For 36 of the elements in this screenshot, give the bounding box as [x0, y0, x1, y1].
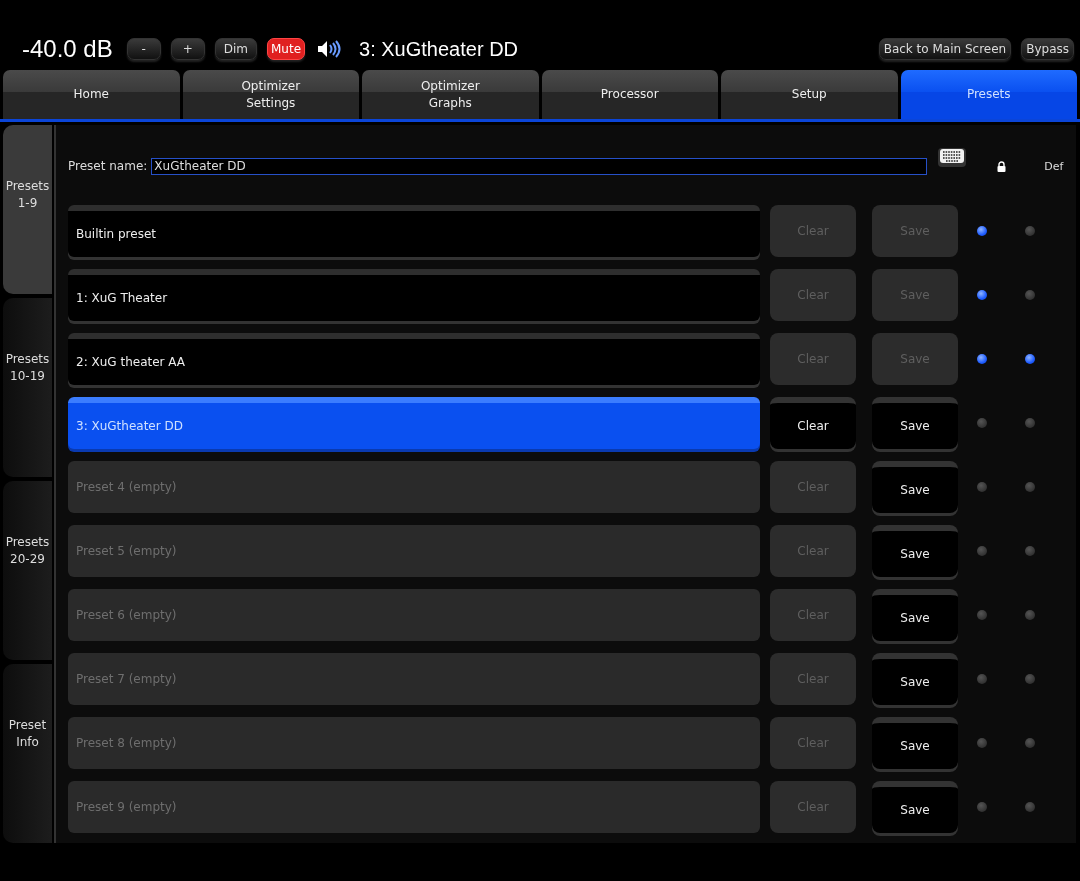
- preset-slot[interactable]: 2: XuG theater AA: [68, 333, 760, 385]
- nav-button[interactable]: Bypass: [1021, 38, 1074, 60]
- save-button[interactable]: Save: [872, 589, 958, 641]
- tab[interactable]: Presets: [900, 70, 1077, 119]
- mute-button[interactable]: Mute: [267, 38, 306, 60]
- side-tab[interactable]: Presets 20-29: [3, 481, 52, 660]
- default-indicator[interactable]: [1025, 354, 1035, 364]
- lock-icon: [997, 160, 1007, 172]
- save-button[interactable]: Save: [872, 653, 958, 705]
- speaker-icon: [317, 40, 342, 58]
- side-tab[interactable]: Presets 1-9: [3, 125, 52, 294]
- save-button[interactable]: Save: [872, 717, 958, 769]
- volume-button[interactable]: -: [126, 38, 161, 60]
- nav-button[interactable]: Back to Main Screen: [878, 38, 1012, 60]
- volume-readout: -40.0 dB: [22, 35, 113, 63]
- side-tab[interactable]: Presets 10-19: [3, 298, 52, 477]
- tab[interactable]: Home: [3, 70, 180, 119]
- save-button[interactable]: Save: [872, 525, 958, 577]
- preset-slot[interactable]: Builtin preset: [68, 205, 760, 257]
- save-button[interactable]: Save: [872, 397, 958, 449]
- tab[interactable]: Setup: [721, 70, 898, 119]
- save-button[interactable]: Save: [872, 461, 958, 513]
- tab[interactable]: Processor: [541, 70, 718, 119]
- preset-name-label: Preset name:: [68, 159, 148, 173]
- volume-button[interactable]: Dim: [214, 38, 257, 60]
- preset-slot[interactable]: 3: XuGtheater DD: [68, 397, 760, 449]
- default-column-label: Def: [1044, 159, 1064, 173]
- clear-button[interactable]: Clear: [770, 397, 856, 449]
- save-button[interactable]: Save: [872, 781, 958, 833]
- volume-button[interactable]: +: [170, 38, 205, 60]
- tab[interactable]: Optimizer Settings: [182, 70, 359, 119]
- side-tab[interactable]: Preset Info: [3, 664, 52, 843]
- current-preset-title: 3: XuGtheater DD: [359, 37, 518, 61]
- preset-name-field[interactable]: XuGtheater DD: [151, 157, 928, 175]
- tab[interactable]: Optimizer Graphs: [362, 70, 539, 119]
- preset-slot[interactable]: 1: XuG Theater: [68, 269, 760, 321]
